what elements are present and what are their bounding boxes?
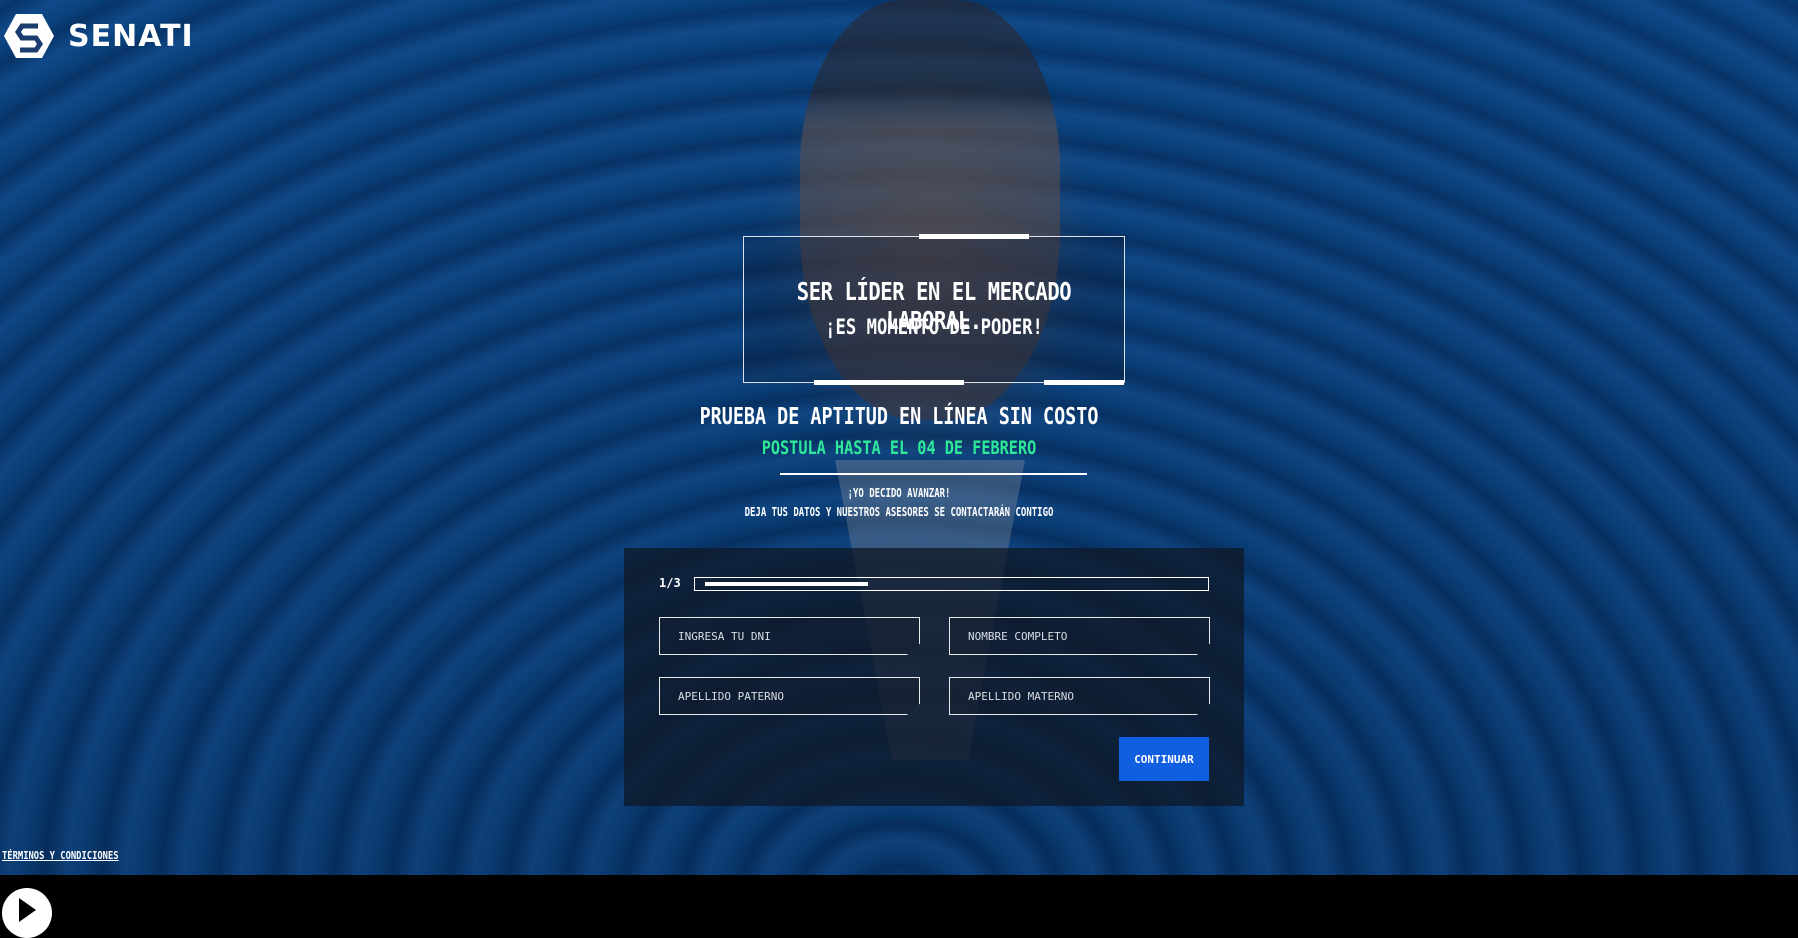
promo-deadline: POSTULA HASTA EL 04 DE FEBRERO xyxy=(761,437,1037,459)
form-progress-bar xyxy=(694,577,1209,591)
banner-notch-top xyxy=(919,234,1029,239)
form-progress-fill xyxy=(705,582,868,586)
paternal-surname-input[interactable] xyxy=(659,677,920,715)
brand-name: SENATI xyxy=(68,18,194,54)
play-button[interactable] xyxy=(2,888,52,938)
senati-logo-icon xyxy=(4,14,54,58)
bottom-bar xyxy=(0,875,1798,921)
senati-logo[interactable]: SENATI xyxy=(2,12,194,60)
continue-button[interactable]: CONTINUAR xyxy=(1119,737,1209,781)
promo-divider xyxy=(780,473,1087,475)
maternal-surname-input[interactable] xyxy=(949,677,1210,715)
banner-subtitle: ¡ES MOMENTO DE PODER! xyxy=(825,315,1043,339)
terms-link[interactable]: TÉRMINOS Y CONDICIONES xyxy=(2,849,119,862)
form-step-indicator: 1/3 xyxy=(659,576,681,590)
hero-banner: SER LÍDER EN EL MERCADO LABORAL. ¡ES MOM… xyxy=(743,234,1125,385)
banner-notch-bottom-right xyxy=(1044,380,1124,385)
promo-headline: PRUEBA DE APTITUD EN LÍNEA SIN COSTO xyxy=(699,404,1099,430)
promo-cta-line1: ¡YO DECIDO AVANZAR! xyxy=(847,486,951,500)
banner-notch-bottom-left xyxy=(814,380,964,385)
play-icon xyxy=(19,898,36,922)
dni-input[interactable] xyxy=(659,617,920,655)
full-name-input[interactable] xyxy=(949,617,1210,655)
promo-cta-line2: DEJA TUS DATOS Y NUESTROS ASESORES SE CO… xyxy=(744,505,1054,519)
lead-form: 1/3 CONTINUAR xyxy=(624,548,1244,806)
